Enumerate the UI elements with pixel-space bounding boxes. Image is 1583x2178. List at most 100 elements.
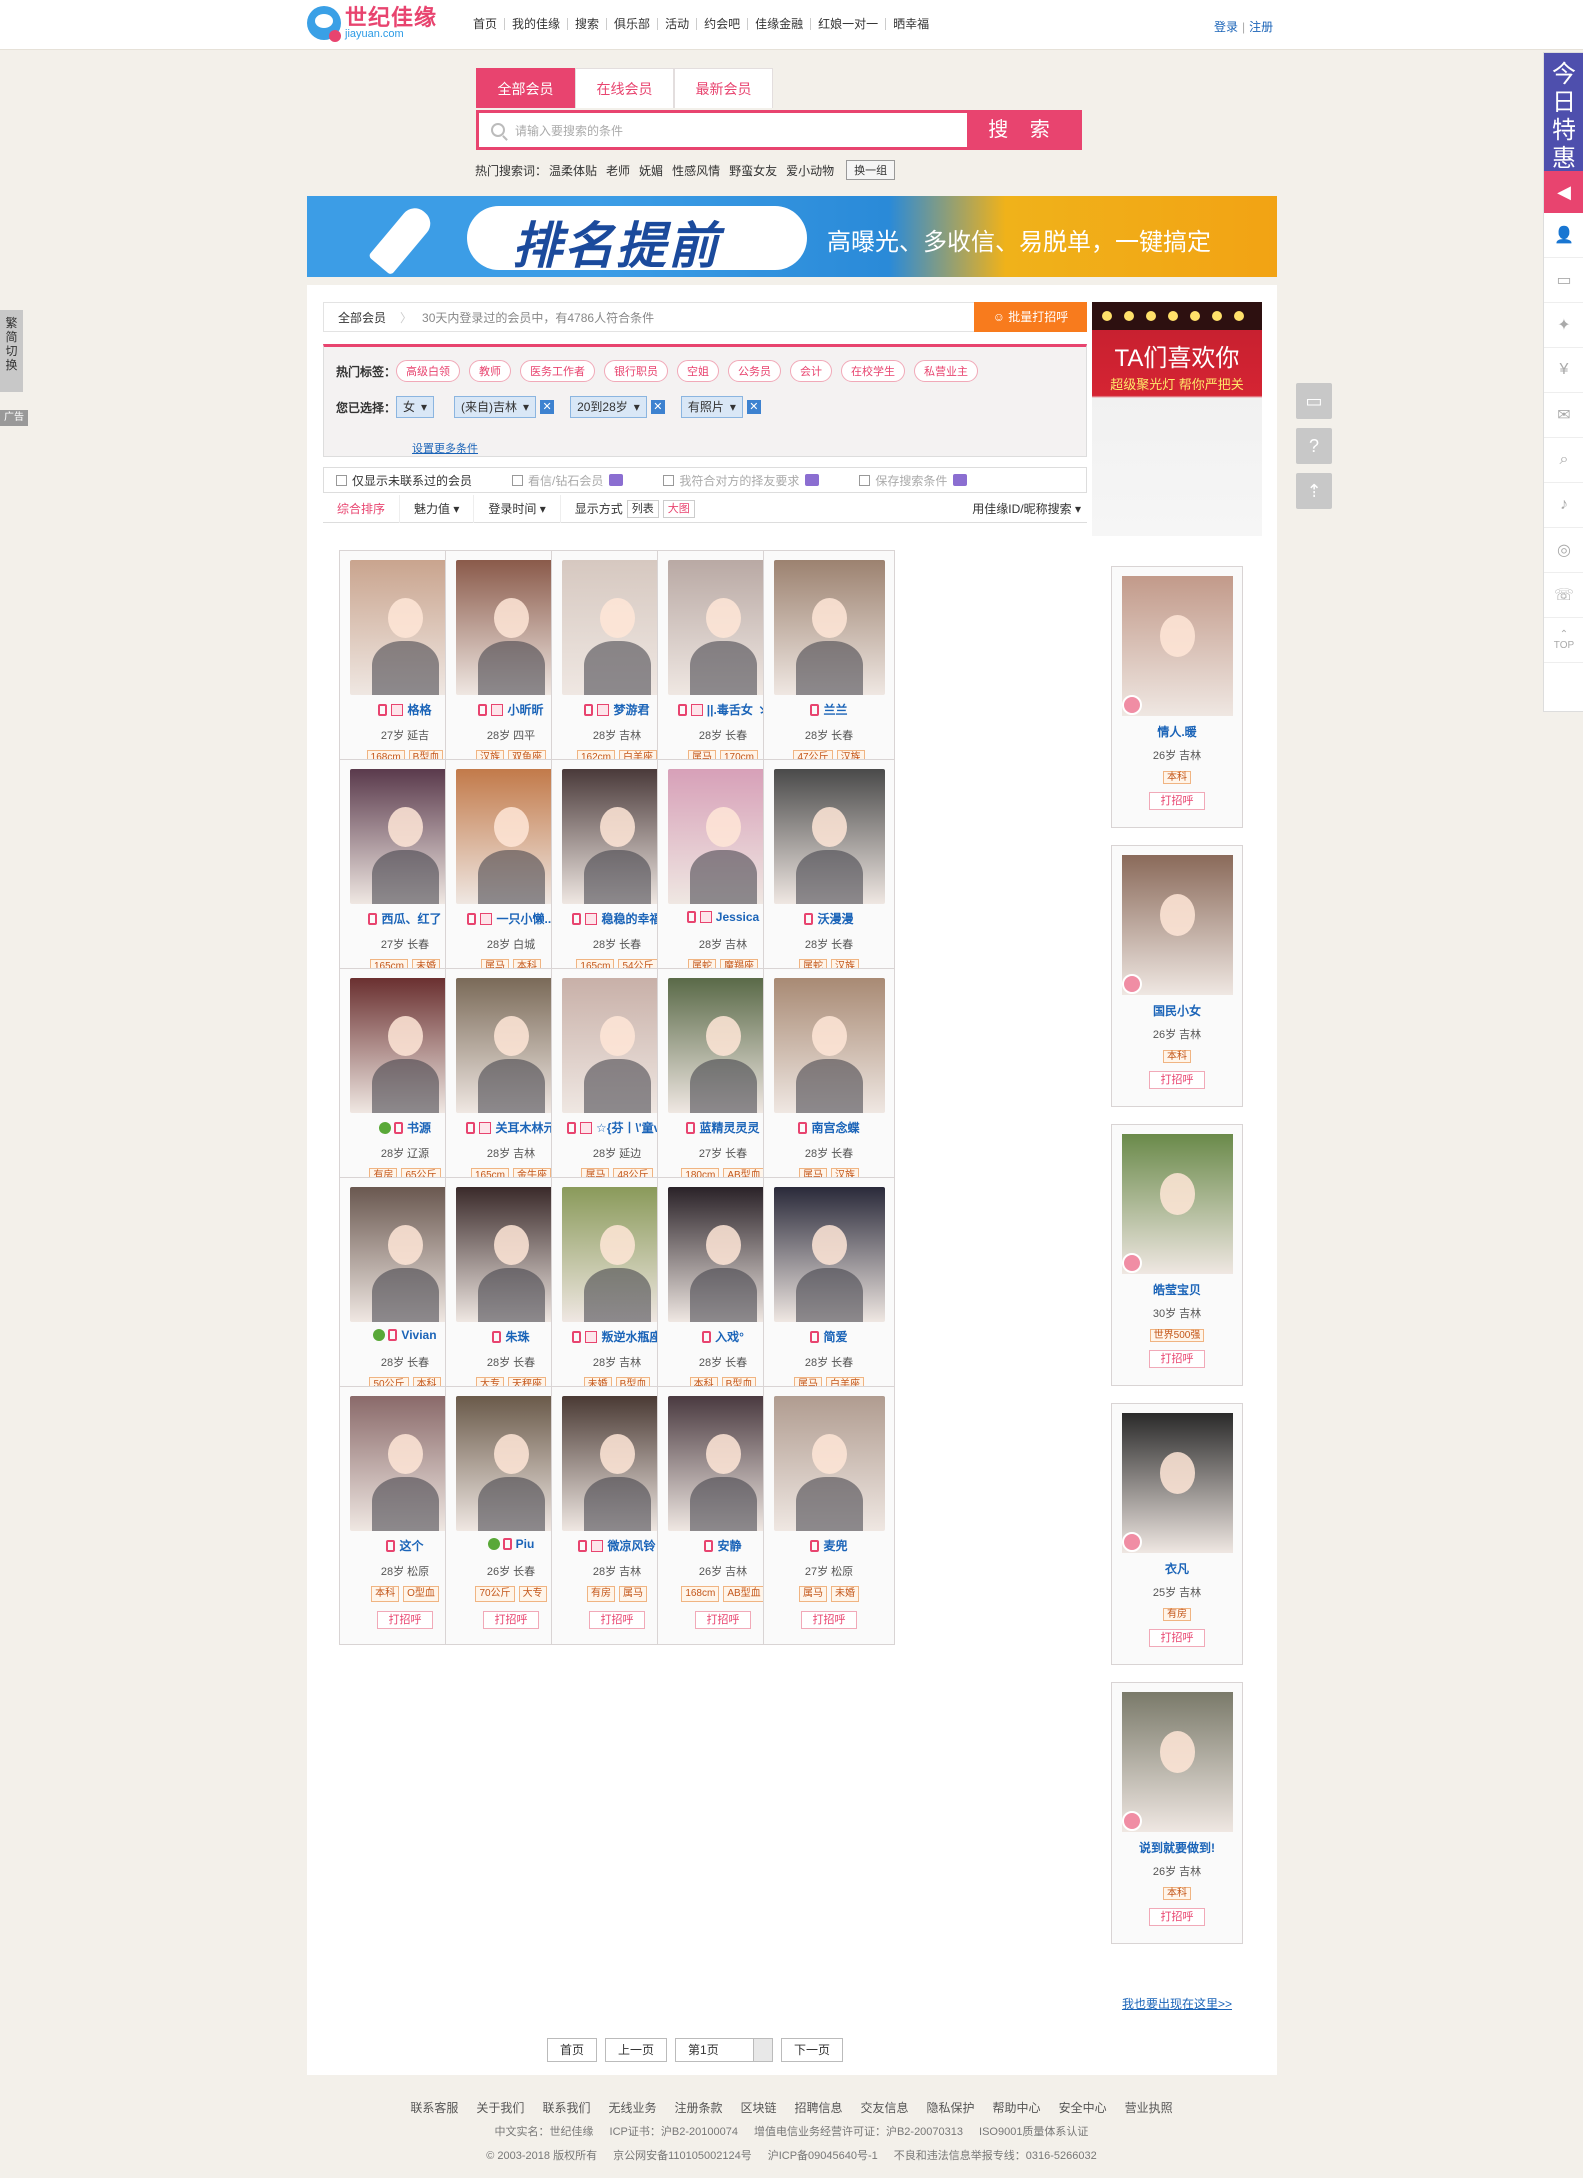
collapse-arrow-icon[interactable]: ◀: [1544, 171, 1583, 213]
nav-item-finance[interactable]: 佳缘金融: [747, 18, 810, 30]
mail-icon[interactable]: ✉: [1544, 393, 1583, 438]
footer-link[interactable]: 营业执照: [1125, 2101, 1173, 2115]
member-name[interactable]: 小昕昕: [507, 703, 543, 717]
member-name[interactable]: 一只小懒...: [496, 912, 554, 926]
member-name[interactable]: 书源: [407, 1121, 431, 1135]
member-photo[interactable]: [1122, 1413, 1233, 1553]
gender-select[interactable]: 女: [396, 396, 435, 418]
remove-age-icon[interactable]: ✕: [650, 400, 665, 414]
member-photo[interactable]: [1122, 1692, 1233, 1832]
member-name-row[interactable]: 兰兰: [764, 701, 894, 718]
footer-link[interactable]: 帮助中心: [993, 2101, 1041, 2115]
remove-photo-icon[interactable]: ✕: [746, 400, 761, 414]
tag-accountant[interactable]: 会计: [790, 360, 832, 382]
member-name[interactable]: Jessica: [716, 910, 759, 924]
tag-medical[interactable]: 医务工作者: [520, 360, 595, 382]
tag-stewardess[interactable]: 空姐: [677, 360, 719, 382]
nav-item-events[interactable]: 活动: [657, 18, 696, 30]
member-name[interactable]: 情人.暖: [1112, 723, 1242, 740]
sort-login-time[interactable]: 登录时间 ▾: [474, 494, 561, 523]
greet-button[interactable]: 打招呼: [695, 1611, 751, 1629]
member-photo[interactable]: [1122, 855, 1233, 995]
member-name-row[interactable]: 麦兜: [764, 1537, 894, 1554]
photo-select[interactable]: 有照片: [680, 396, 743, 418]
more-conditions-link[interactable]: 设置更多条件: [412, 440, 478, 456]
age-select[interactable]: 20到28岁: [570, 396, 647, 418]
display-list-button[interactable]: 列表: [626, 499, 659, 518]
member-name[interactable]: 这个: [399, 1539, 423, 1553]
member-name[interactable]: 入戏°: [715, 1330, 744, 1344]
tag-white-collar[interactable]: 高级白领: [396, 360, 460, 382]
greet-button[interactable]: 打招呼: [1149, 1908, 1205, 1926]
nav-item-club[interactable]: 俱乐部: [606, 18, 657, 30]
tag-student[interactable]: 在校学生: [841, 360, 905, 382]
member-name-row[interactable]: 简爱: [764, 1328, 894, 1345]
member-photo[interactable]: [774, 560, 885, 695]
nav-item-search[interactable]: 搜索: [567, 18, 606, 30]
option-uncontacted[interactable]: 仅显示未联系过的会员: [336, 472, 472, 489]
location-select[interactable]: (来自)吉林: [454, 396, 537, 418]
search-icon[interactable]: ⌕: [1544, 438, 1583, 483]
greet-button[interactable]: 打招呼: [483, 1611, 539, 1629]
nav-item-dating[interactable]: 约会吧: [696, 18, 747, 30]
change-keywords-button[interactable]: 换一组: [846, 160, 896, 180]
member-name[interactable]: 安静: [717, 1539, 741, 1553]
promo-banner[interactable]: 排名提前 高曝光、多收信、易脱单，一键搞定: [307, 196, 1277, 277]
id-search-dropdown[interactable]: 用佳缘ID/昵称搜索 ▾: [972, 495, 1081, 523]
search-input[interactable]: 请输入要搜索的条件: [479, 113, 967, 147]
greet-button[interactable]: 打招呼: [377, 1611, 433, 1629]
register-link[interactable]: 注册: [1249, 20, 1273, 34]
search-button[interactable]: 搜 索: [967, 113, 1079, 147]
tab-new-members[interactable]: 最新会员: [674, 68, 773, 108]
tab-all-members[interactable]: 全部会员: [476, 68, 575, 108]
page-select[interactable]: 第1页: [675, 2038, 774, 2062]
next-page-button[interactable]: 下一页: [781, 2038, 844, 2062]
hot-keyword[interactable]: 性感风情: [672, 162, 720, 179]
footer-link[interactable]: 关于我们: [476, 2101, 524, 2115]
footer-link[interactable]: 区块链: [740, 2101, 776, 2115]
greet-button[interactable]: 打招呼: [1149, 792, 1205, 810]
breadcrumb-all[interactable]: 全部会员: [324, 309, 400, 326]
member-name-row[interactable]: 南宫念蝶: [764, 1119, 894, 1136]
login-link[interactable]: 登录: [1214, 20, 1238, 34]
footer-link[interactable]: 联系客服: [410, 2101, 458, 2115]
top-icon[interactable]: ⌃ TOP: [1544, 618, 1583, 663]
hot-keyword[interactable]: 野蛮女友: [729, 162, 777, 179]
member-photo[interactable]: [1122, 576, 1233, 716]
member-name-row[interactable]: 沃漫漫: [764, 910, 894, 927]
app-icon[interactable]: ◎: [1544, 528, 1583, 573]
liked-member-card[interactable]: 国民小女 26岁 吉林 本科 打招呼: [1111, 845, 1243, 1107]
liked-member-card[interactable]: 说到就要做到! 26岁 吉林 本科 打招呼: [1111, 1682, 1243, 1944]
member-name[interactable]: 微凉风铃: [607, 1539, 655, 1553]
member-photo[interactable]: [774, 978, 885, 1113]
display-big-button[interactable]: 大图: [662, 499, 695, 518]
footer-link[interactable]: 注册条款: [674, 2101, 722, 2115]
member-photo[interactable]: [774, 1187, 885, 1322]
member-name[interactable]: 衣凡: [1112, 1560, 1242, 1577]
option-vip[interactable]: 看信/钻石会员: [512, 472, 624, 489]
footer-link[interactable]: 无线业务: [608, 2101, 656, 2115]
batch-greet-button[interactable]: ☺ 批量打招呼: [974, 302, 1087, 332]
member-name[interactable]: 稳稳的幸福: [601, 912, 661, 926]
site-logo[interactable]: 世纪佳缘 jiayuan.com: [307, 6, 437, 42]
tag-civil-servant[interactable]: 公务员: [728, 360, 781, 382]
member-name[interactable]: 兰兰: [823, 703, 847, 717]
vip-icon[interactable]: ✦: [1544, 303, 1583, 348]
sidebar-more-link[interactable]: 我也要出现在这里>>: [1092, 1995, 1262, 2012]
hot-keyword[interactable]: 爱小动物: [786, 162, 834, 179]
sort-charm[interactable]: 魅力值 ▾: [400, 494, 475, 523]
member-name[interactable]: Piu: [516, 1537, 535, 1551]
member-name[interactable]: ||.毒舌女 ゝ: [707, 703, 768, 717]
member-name[interactable]: 蓝精灵灵灵: [699, 1121, 759, 1135]
nav-item-my-jiayuan[interactable]: 我的佳缘: [504, 18, 567, 30]
member-name[interactable]: 国民小女: [1112, 1002, 1242, 1019]
member-name[interactable]: 梦游君: [613, 703, 649, 717]
greet-button[interactable]: 打招呼: [589, 1611, 645, 1629]
tag-teacher[interactable]: 教师: [469, 360, 511, 382]
member-name[interactable]: 说到就要做到!: [1112, 1839, 1242, 1856]
tag-business-owner[interactable]: 私营业主: [914, 360, 978, 382]
chat-icon[interactable]: ▭: [1296, 383, 1332, 419]
sort-comprehensive[interactable]: 综合排序: [323, 494, 401, 523]
first-page-button[interactable]: 首页: [547, 2038, 598, 2062]
greet-button[interactable]: 打招呼: [1149, 1629, 1205, 1647]
